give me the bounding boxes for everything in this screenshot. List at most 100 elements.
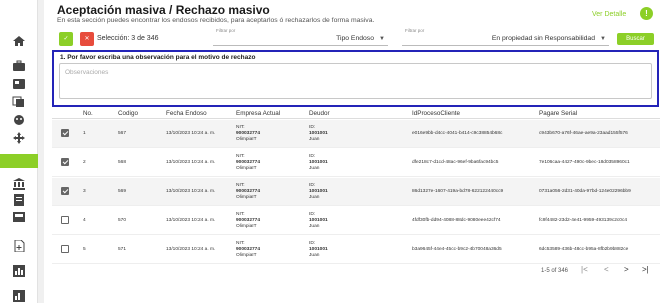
cell-pagare: c943b670-a76f-46ae-ae9a-23aad155f576	[539, 131, 628, 136]
chevron-down-icon: ▼	[379, 36, 385, 42]
col-no[interactable]: No.	[83, 110, 93, 117]
bank-icon[interactable]	[12, 178, 26, 190]
active-menu-item[interactable]	[0, 154, 38, 168]
sidebar	[0, 0, 38, 303]
info-icon[interactable]: !	[640, 7, 653, 20]
cell-nit: 900032774	[236, 189, 261, 194]
next-page-button[interactable]: >	[624, 265, 629, 274]
cell-id-label: ID:	[309, 154, 316, 159]
cell-deudor: Juan	[309, 224, 320, 229]
cell-nit: 900032774	[236, 131, 261, 136]
cell-no: 2	[83, 160, 86, 165]
cell-proceso: e016e9bb-d4cc-4041-b414-c9c38854b68c	[412, 131, 503, 136]
cell-empresa: OlimpiaIT	[236, 253, 257, 258]
cell-no: 5	[83, 247, 86, 252]
chevron-down-icon: ▼	[600, 36, 606, 42]
cell-fecha: 13/10/2023 10:24 a. m.	[166, 189, 216, 194]
face-icon[interactable]	[12, 114, 26, 126]
row-checkbox[interactable]	[61, 245, 69, 253]
cell-id-label: ID:	[309, 212, 316, 217]
first-page-button[interactable]: |<	[581, 265, 588, 274]
cell-deudor: Juan	[309, 253, 320, 258]
page-title: Aceptación masiva / Rechazo masivo	[57, 3, 270, 17]
cell-empresa: OlimpiaIT	[236, 195, 257, 200]
cell-no: 1	[83, 131, 86, 136]
inbox-icon[interactable]	[12, 211, 26, 223]
row-checkbox[interactable]	[61, 129, 69, 137]
col-codigo[interactable]: Codigo	[118, 110, 138, 117]
selection-count: Selección: 3 de 346	[97, 35, 159, 42]
cell-deudor: Juan	[309, 195, 320, 200]
cell-pagare: 0731a056-2d31-40da-97bd-124e02296bb9	[539, 189, 631, 194]
table-row[interactable]: 2 568 13/10/2023 10:24 a. m. NIT: 900032…	[52, 149, 660, 177]
prev-page-button[interactable]: <	[604, 265, 609, 274]
cell-fecha: 13/10/2023 10:24 a. m.	[166, 131, 216, 136]
last-page-button[interactable]: >|	[642, 265, 649, 274]
cell-proceso: 86d1327e-1607-419a-bd78-622122440cc9	[412, 189, 504, 194]
home-icon[interactable]	[12, 35, 26, 47]
table-header: No. Codigo Fecha Endoso Empresa Actual D…	[52, 108, 660, 119]
sidebar-scrollbar[interactable]	[38, 0, 44, 303]
cell-nit: 900032774	[236, 160, 261, 165]
cell-no: 4	[83, 218, 86, 223]
observation-panel: 1. Por favor escriba una observación par…	[52, 50, 659, 107]
table-row[interactable]: 1 567 13/10/2023 10:24 a. m. NIT: 900032…	[52, 120, 660, 148]
cell-codigo: 571	[118, 247, 127, 252]
cell-nit: 900032774	[236, 218, 261, 223]
id-card-icon[interactable]	[12, 78, 26, 90]
cell-deudor-id: 1001001	[309, 160, 328, 165]
contract-icon[interactable]	[12, 194, 26, 206]
table-row[interactable]: 3 569 13/10/2023 10:24 a. m. NIT: 900032…	[52, 178, 660, 206]
row-checkbox[interactable]	[61, 187, 69, 195]
col-deudor[interactable]: Deudor	[309, 110, 330, 117]
bar-chart-2-icon[interactable]	[12, 290, 26, 302]
cell-pagare: fc9f4482-23d2-4e41-9959-493139c2c0c4	[539, 218, 628, 223]
cell-proceso: b3a9645f-44e4-45cc-b9c2-4b70048a36d5	[412, 247, 502, 252]
cell-id-label: ID:	[309, 183, 316, 188]
row-checkbox[interactable]	[61, 216, 69, 224]
col-idproceso[interactable]: IdProcesoCliente	[412, 110, 460, 117]
cell-fecha: 13/10/2023 10:24 a. m.	[166, 160, 216, 165]
view-detail-link[interactable]: Ver Detalle	[592, 11, 626, 18]
cell-deudor: Juan	[309, 166, 320, 171]
bar-chart-icon[interactable]	[12, 265, 26, 277]
pagination-range: 1-5 of 346	[541, 268, 569, 274]
stacked-docs-icon[interactable]	[12, 96, 26, 108]
cell-pagare: 7e106caa-4427-490c-9bec-18d0358960c1	[539, 160, 630, 165]
table-row[interactable]: 5 571 13/10/2023 10:24 a. m. NIT: 900032…	[52, 236, 660, 264]
cell-nit-label: NIT:	[236, 125, 245, 130]
filter-type-value: Tipo Endoso	[336, 35, 374, 42]
filter-ownership-select[interactable]: Filtrar por En propiedad sin Responsabil…	[402, 28, 609, 46]
add-document-icon[interactable]	[12, 240, 26, 252]
observation-label: 1. Por favor escriba una observación par…	[60, 54, 256, 61]
observation-textarea[interactable]: Observaciones	[59, 63, 652, 99]
cell-nit: 900032774	[236, 247, 261, 252]
table-row[interactable]: 4 570 13/10/2023 10:24 a. m. NIT: 900032…	[52, 207, 660, 235]
cell-proceso: 4fdf30fb-dd94-4088-88dc-9080eee42cf74	[412, 218, 501, 223]
observation-placeholder: Observaciones	[65, 69, 109, 76]
cell-nit-label: NIT:	[236, 183, 245, 188]
briefcase-icon[interactable]	[12, 60, 26, 72]
cell-id-label: ID:	[309, 241, 316, 246]
reject-button[interactable]: ✕	[80, 32, 94, 46]
row-checkbox[interactable]	[61, 158, 69, 166]
cell-pagare: 6dc53589-436b-48cc-b95a-8fb2b9b882ce	[539, 247, 629, 252]
cell-fecha: 13/10/2023 10:24 a. m.	[166, 247, 216, 252]
accept-button[interactable]: ✓	[59, 32, 73, 46]
col-empresa[interactable]: Empresa Actual	[236, 110, 280, 117]
cell-codigo: 570	[118, 218, 127, 223]
cell-codigo: 569	[118, 189, 127, 194]
cell-deudor-id: 1001001	[309, 189, 328, 194]
cell-empresa: OlimpiaIT	[236, 224, 257, 229]
cell-nit-label: NIT:	[236, 241, 245, 246]
filter-type-select[interactable]: Filtrar por Tipo Endoso ▼	[213, 28, 388, 46]
cell-deudor: Juan	[309, 137, 320, 142]
search-button[interactable]: Buscar	[617, 33, 654, 45]
cell-nit-label: NIT:	[236, 212, 245, 217]
filter-ownership-value: En propiedad sin Responsabilidad	[491, 35, 595, 42]
col-fecha[interactable]: Fecha Endoso	[166, 110, 207, 117]
col-pagare[interactable]: Pagare Serial	[539, 110, 577, 117]
cell-deudor-id: 1001001	[309, 247, 328, 252]
cell-codigo: 568	[118, 160, 127, 165]
move-arrows-icon[interactable]	[12, 132, 26, 144]
